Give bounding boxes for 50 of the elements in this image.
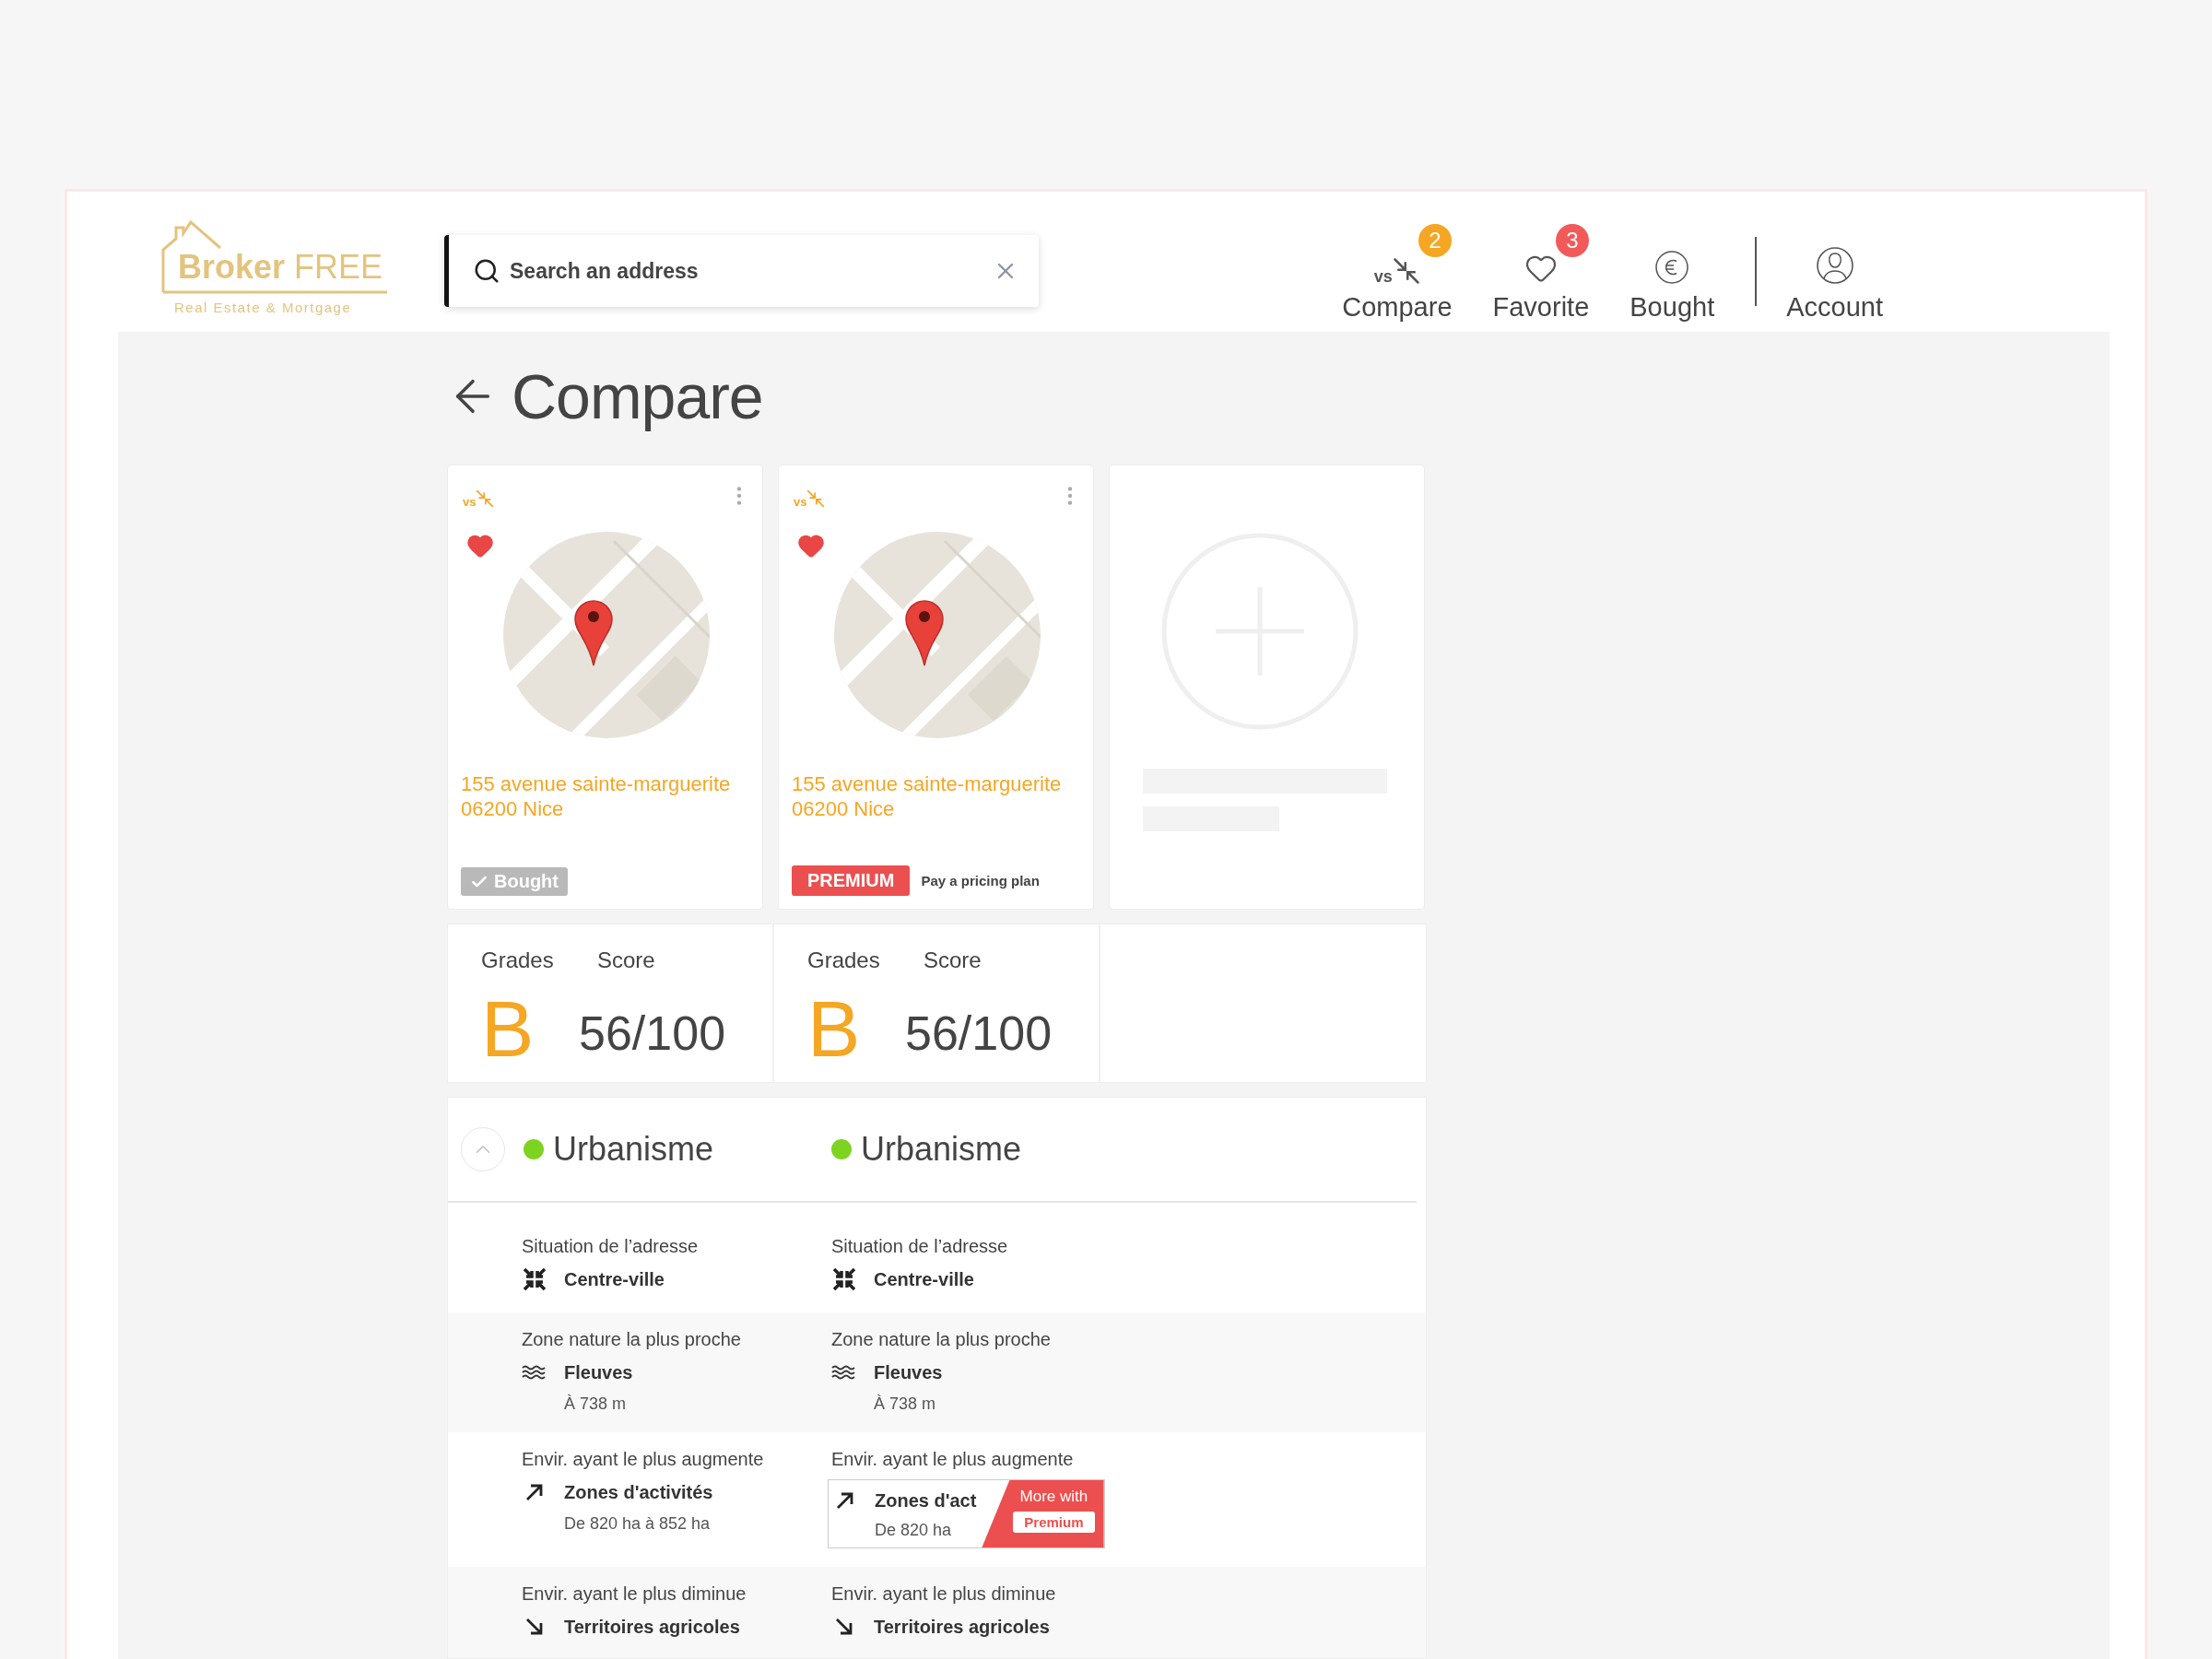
converging-arrows-icon: [831, 1266, 857, 1292]
criterion-label: Situation de l’adresse: [831, 1236, 1009, 1257]
count-badge: 2: [1418, 223, 1452, 257]
score-value: 56/100: [905, 1006, 1053, 1062]
criterion-label: Envir. ayant le plus augmente: [522, 1449, 765, 1470]
criterion-value: Fleuves: [564, 1361, 633, 1383]
account-link[interactable]: Account: [1766, 219, 1903, 323]
pricing-link[interactable]: Pay a pricing plan: [921, 873, 1040, 888]
criterion-label: Zone nature la plus proche: [522, 1329, 742, 1350]
upsell-text: More with: [1019, 1488, 1088, 1506]
user-icon: [1815, 245, 1854, 285]
converging-arrows-icon: [522, 1266, 547, 1292]
score-label: Score: [924, 947, 982, 974]
collapse-button[interactable]: [461, 1127, 505, 1171]
criterion-value: Zones d'activités: [564, 1481, 713, 1503]
grades-label: Grades: [807, 947, 881, 974]
criterion-value: Zones d'act: [875, 1489, 977, 1512]
criterion-value: Centre-ville: [564, 1268, 665, 1290]
criterion-label: Zone nature la plus proche: [831, 1329, 1052, 1350]
section-title: Urbanisme: [553, 1130, 714, 1169]
criterion-value: Territoires agricoles: [564, 1616, 740, 1638]
search-input[interactable]: Search an address: [508, 257, 985, 285]
section-title: Urbanisme: [861, 1130, 1022, 1169]
premium-button[interactable]: Premium: [1013, 1512, 1095, 1533]
bought-tag: Bought: [461, 867, 568, 896]
criterion-label: Envir. ayant le plus diminue: [522, 1583, 747, 1605]
logo-tagline: Real Estate & Mortgage: [174, 300, 352, 315]
premium-tag: PREMIUM: [792, 865, 911, 896]
nav-item[interactable]: Bought: [1609, 219, 1735, 323]
grades-label: Grades: [481, 947, 555, 974]
euro-coin-icon: [1654, 249, 1690, 285]
criterion-label: Envir. ayant le plus diminue: [831, 1583, 1057, 1605]
house-outline-icon: [161, 220, 387, 294]
search-icon: [473, 257, 500, 285]
criterion-value: Centre-ville: [874, 1268, 974, 1290]
nav-item[interactable]: 3 Favorite: [1472, 219, 1610, 323]
criterion-label: Envir. ayant le plus augmente: [831, 1449, 1075, 1470]
criterion-value: Territoires agricoles: [874, 1616, 1050, 1638]
criterion-value: Fleuves: [874, 1361, 943, 1383]
logo-name: Broker FREE: [178, 248, 383, 287]
score-label: Score: [597, 947, 656, 974]
count-badge: 3: [1555, 223, 1589, 257]
criterion-detail: À 738 m: [564, 1394, 628, 1414]
criterion-detail: À 738 m: [874, 1394, 937, 1414]
criterion-detail: De 820 ha à 852 ha: [564, 1514, 712, 1534]
criterion-detail: De 820 ha: [875, 1521, 953, 1540]
page-title: Compare: [512, 360, 763, 432]
score-value: 56/100: [579, 1006, 727, 1062]
criterion-label: Situation de l’adresse: [522, 1236, 700, 1257]
nav-item[interactable]: vs 2 Compare: [1322, 219, 1473, 323]
